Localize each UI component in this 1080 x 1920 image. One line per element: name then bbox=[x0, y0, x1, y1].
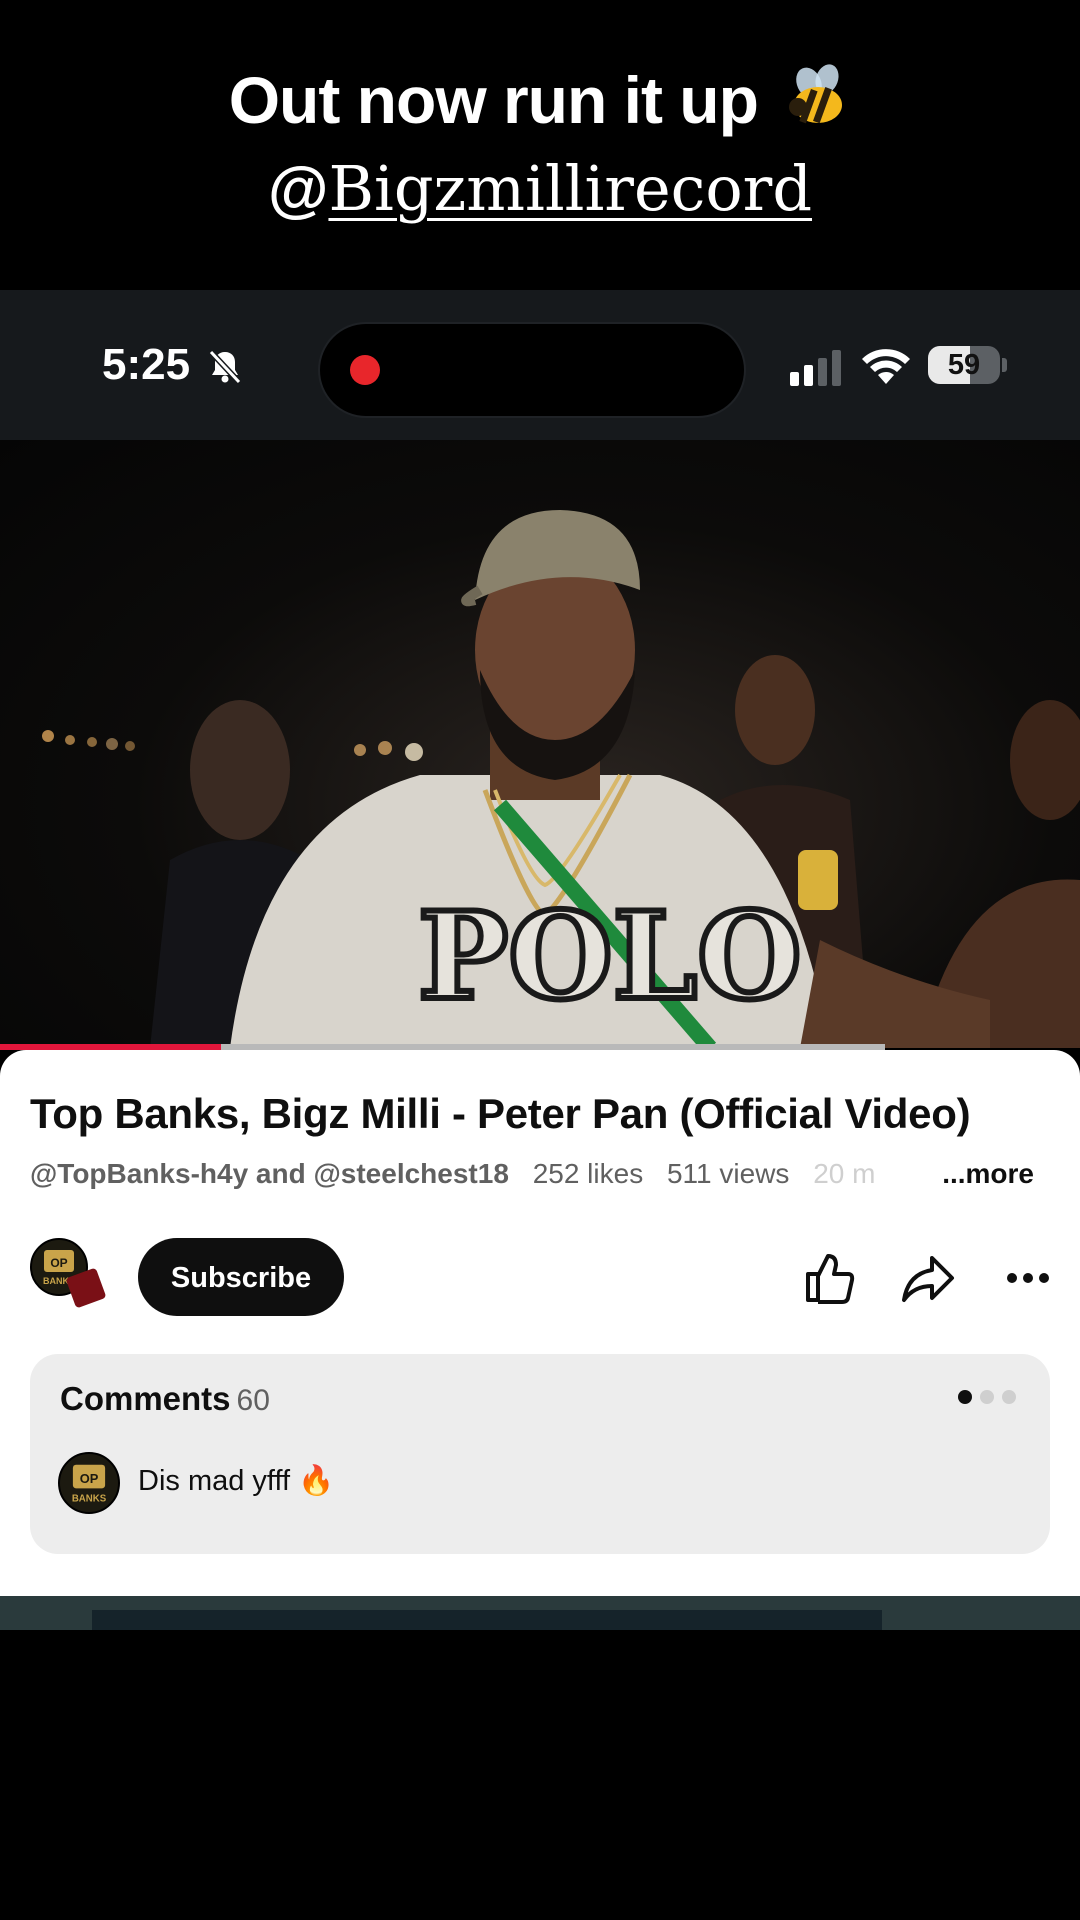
video-frame: POLO bbox=[42, 510, 1080, 1048]
channel-names[interactable]: @TopBanks-h4y and @steelchest18 bbox=[30, 1158, 509, 1189]
svg-text:OP: OP bbox=[50, 1256, 67, 1270]
status-bar: 5:25 59 bbox=[0, 290, 1080, 440]
caption-text: Out now run it up bbox=[228, 63, 759, 137]
next-video-preview[interactable] bbox=[0, 1596, 1080, 1630]
battery-indicator: 59 bbox=[928, 346, 1000, 384]
video-meta[interactable]: @TopBanks-h4y and @steelchest18 252 like… bbox=[30, 1158, 1050, 1190]
cell-signal-icon bbox=[790, 350, 841, 386]
caption-mention-link[interactable]: Bigzmillirecord bbox=[328, 152, 812, 225]
video-title[interactable]: Top Banks, Bigz Milli - Peter Pan (Offic… bbox=[30, 1090, 1060, 1138]
like-icon[interactable] bbox=[800, 1250, 856, 1306]
comments-header: Comments 60 bbox=[60, 1380, 270, 1418]
story-caption: Out now run it up @Bigzmillirecord bbox=[0, 60, 1080, 235]
carousel-dot bbox=[1002, 1390, 1016, 1404]
svg-text:OP: OP bbox=[80, 1471, 99, 1486]
subscribe-button[interactable]: Subscribe bbox=[138, 1238, 344, 1316]
comments-label: Comments bbox=[60, 1380, 231, 1417]
battery-nub bbox=[1002, 358, 1007, 372]
next-video-thumbnail bbox=[92, 1610, 882, 1630]
more-link[interactable]: ...more bbox=[934, 1158, 1034, 1190]
caption-at: @ bbox=[267, 155, 329, 224]
battery-percent: 59 bbox=[947, 349, 981, 381]
dynamic-island bbox=[320, 324, 744, 416]
video-info-sheet: Top Banks, Bigz Milli - Peter Pan (Offic… bbox=[0, 1050, 1080, 1596]
like-count: 252 likes bbox=[532, 1158, 644, 1189]
silent-bell-icon bbox=[208, 349, 242, 385]
commenter-avatar: OP BANKS bbox=[58, 1452, 120, 1514]
upload-age: 20 m bbox=[813, 1158, 876, 1189]
wifi-icon bbox=[862, 349, 910, 384]
recording-dot-icon bbox=[350, 355, 380, 385]
svg-text:POLO: POLO bbox=[418, 886, 802, 1027]
carousel-dot-active bbox=[958, 1390, 972, 1404]
shirt-lettering: POLO bbox=[415, 883, 805, 1030]
bee-icon bbox=[789, 64, 843, 124]
more-options-icon[interactable] bbox=[1002, 1250, 1058, 1306]
carousel-dot bbox=[980, 1390, 994, 1404]
status-time: 5:25 bbox=[102, 340, 191, 389]
caption-line-1: Out now run it up bbox=[0, 60, 1080, 140]
comments-card[interactable]: Comments 60 OP BANKS Dis mad yfff 🔥 bbox=[30, 1354, 1050, 1554]
share-icon[interactable] bbox=[900, 1250, 956, 1306]
comments-count: 60 bbox=[236, 1384, 270, 1417]
top-banks-logo-icon: OP BANKS bbox=[72, 1464, 107, 1504]
view-count: 511 views bbox=[666, 1158, 790, 1189]
first-comment-text: Dis mad yfff 🔥 bbox=[138, 1465, 335, 1497]
caption-line-2: @Bigzmillirecord bbox=[0, 144, 1080, 235]
svg-text:BANKS: BANKS bbox=[72, 1493, 107, 1504]
carousel-dots bbox=[950, 1390, 1016, 1409]
video-player[interactable]: POLO bbox=[0, 440, 1080, 1048]
